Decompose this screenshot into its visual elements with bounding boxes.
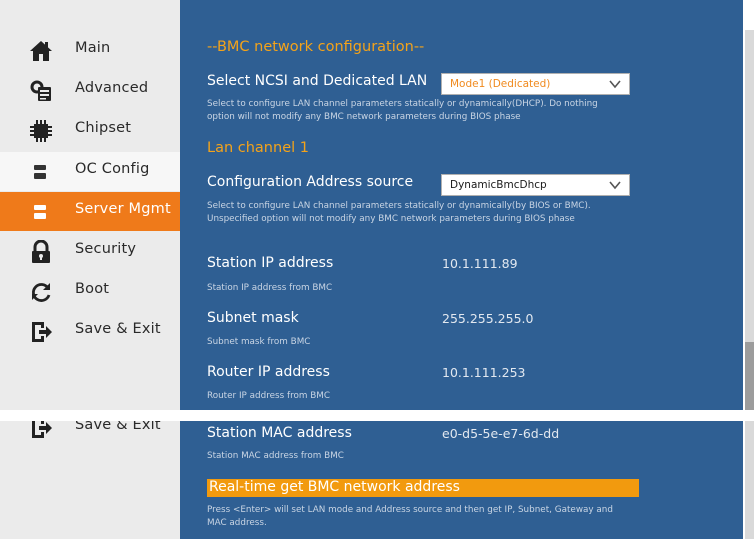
sidebar-item-main[interactable]: Main [0,31,180,70]
ncsi-help: Select to configure LAN channel paramete… [207,99,598,122]
router-ip-help: Router IP address from BMC [207,391,331,401]
station-mac-help: Station MAC address from BMC [207,451,344,461]
sidebar: Save & Exit [0,421,180,539]
realtime-get-bmc-button[interactable]: Real-time get BMC network address [207,479,639,497]
station-ip-label: Station IP address [207,255,334,271]
sidebar-item-server-mgmt[interactable]: Server Mgmt [0,192,180,231]
sidebar-item-label: Advanced [75,80,149,96]
sidebar-item-boot[interactable]: Boot [0,272,180,311]
sidebar-item-oc-config[interactable]: OC Config [0,152,180,191]
lock-icon [32,240,50,263]
ncsi-dropdown[interactable]: Mode1 (Dedicated) [441,73,630,95]
home-icon [30,41,52,61]
router-ip-label: Router IP address [207,364,330,380]
ncsi-dropdown-value: Mode1 (Dedicated) [450,78,551,90]
section-title: --BMC network configuration-- [207,39,425,55]
sidebar: Main Advanced Chipset OC Config Server M… [0,0,180,410]
sidebar-item-label: Security [75,241,137,257]
chevron-down-icon [609,80,621,89]
sidebar-item-label: Boot [75,281,110,297]
scrollbar-track[interactable] [745,421,754,539]
sidebar-item-label: Server Mgmt [75,201,171,217]
station-mac-value: e0-d5-5e-e7-6d-dd [442,426,560,441]
sidebar-item-chipset[interactable]: Chipset [0,111,180,150]
realtime-get-bmc-label: Real-time get BMC network address [209,479,460,495]
config-source-help: Select to configure LAN channel paramete… [207,201,591,224]
exit-icon [32,322,52,342]
sidebar-item-label: Save & Exit [75,421,161,433]
settings-content: --BMC network configuration-- Select NCS… [180,0,743,410]
sidebar-item-save-exit[interactable]: Save & Exit [0,421,180,447]
sidebar-item-label: Chipset [75,120,132,136]
chevron-down-icon [609,181,621,190]
scrollbar-thumb[interactable] [745,342,754,410]
exit-icon [32,421,52,438]
router-ip-value: 10.1.111.253 [442,365,526,380]
boot-icon [32,283,51,302]
realtime-help: Press <Enter> will set LAN mode and Addr… [207,505,613,528]
station-ip-value: 10.1.111.89 [442,256,518,271]
subnet-help: Subnet mask from BMC [207,337,311,347]
sidebar-item-security[interactable]: Security [0,232,180,271]
advanced-icon [30,80,51,101]
chip-icon [30,120,52,142]
sidebar-item-save-exit[interactable]: Save & Exit [0,312,180,351]
subnet-label: Subnet mask [207,310,299,326]
settings-content: Station MAC address e0-d5-5e-e7-6d-dd St… [180,421,743,539]
config-source-dropdown-value: DynamicBmcDhcp [450,179,547,191]
config-source-label[interactable]: Configuration Address source [207,174,413,190]
sidebar-item-advanced[interactable]: Advanced [0,71,180,110]
ncsi-label[interactable]: Select NCSI and Dedicated LAN [207,73,427,89]
station-mac-label: Station MAC address [207,425,352,441]
bios-setup-top-panel: Main Advanced Chipset OC Config Server M… [0,0,754,410]
config-source-dropdown[interactable]: DynamicBmcDhcp [441,174,630,196]
server-icon [34,205,46,219]
station-ip-help: Station IP address from BMC [207,283,333,293]
oc-config-icon [34,165,46,179]
lan-channel-title: Lan channel 1 [207,140,309,156]
sidebar-item-label: Save & Exit [75,321,161,337]
bios-setup-bottom-panel: Save & Exit Station MAC address e0-d5-5e… [0,421,754,539]
subnet-value: 255.255.255.0 [442,311,534,326]
sidebar-item-label: Main [75,40,111,56]
sidebar-item-label: OC Config [75,161,150,177]
